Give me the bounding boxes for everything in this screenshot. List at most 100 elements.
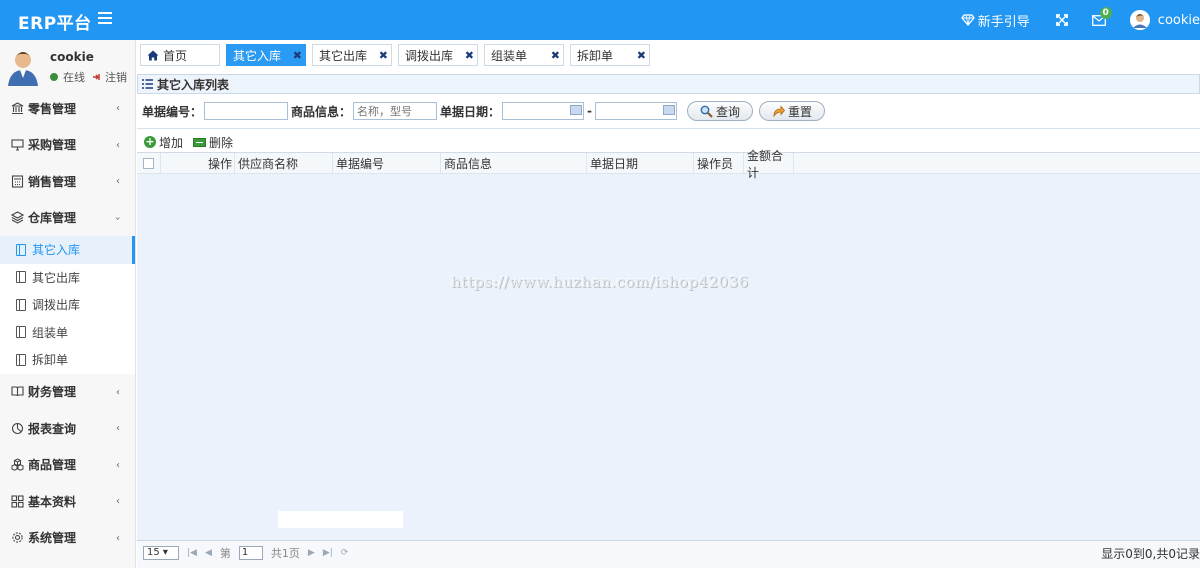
tab-assembly[interactable]: 组装单 ✖ <box>484 44 564 66</box>
undo-arrow-icon <box>773 104 786 117</box>
delete-button[interactable]: 删除 <box>193 134 233 151</box>
calendar-icon[interactable] <box>570 105 583 115</box>
avatar <box>1129 10 1150 30</box>
add-label: 增加 <box>159 135 184 150</box>
gear-icon <box>10 531 24 545</box>
close-icon[interactable]: ✖ <box>379 49 388 62</box>
chevron-down-icon: ‹ <box>112 216 124 220</box>
pie-chart-icon <box>10 421 24 435</box>
column-header[interactable]: 操作员 <box>694 153 744 174</box>
page-size-select[interactable]: 15 ▾ <box>143 546 179 560</box>
tab-home[interactable]: 首页 <box>140 44 220 66</box>
search-bar: 单据编号： 商品信息： 单据日期： - 查询 重置 <box>137 94 1200 129</box>
submenu-disassembly[interactable]: 拆卸单 <box>0 346 135 374</box>
tab-bar: 首页 其它入库 ✖ 其它出库 ✖ 调拨出库 ✖ 组装单 ✖ 拆卸单 ✖ <box>137 44 1200 68</box>
close-icon[interactable]: ✖ <box>293 49 302 62</box>
menu-label: 仓库管理 <box>28 211 77 226</box>
user-menu[interactable]: cookie <box>1129 10 1200 30</box>
guide-button[interactable]: 新手引导 <box>960 11 1030 30</box>
tab-label: 拆卸单 <box>577 48 614 63</box>
menu-label: 采购管理 <box>28 138 77 153</box>
online-status-text: 在线 <box>63 71 85 84</box>
calendar-icon[interactable] <box>663 105 676 115</box>
plus-icon: + <box>144 135 156 148</box>
messages-button[interactable]: 0 <box>1091 6 1112 26</box>
column-header[interactable]: 商品信息 <box>441 153 587 174</box>
column-header[interactable]: 金额合计 <box>744 149 794 180</box>
date-end-picker[interactable] <box>595 102 678 120</box>
fullscreen-icon[interactable] <box>1055 14 1068 26</box>
column-header[interactable]: 供应商名称 <box>235 153 333 174</box>
refresh-icon[interactable]: ⟳ <box>341 548 349 558</box>
tab-other-outbound[interactable]: 其它出库 ✖ <box>312 44 392 66</box>
data-grid: 操作 供应商名称 单据编号 商品信息 单据日期 操作员 金额合计 https:/… <box>137 149 1200 540</box>
query-button[interactable]: 查询 <box>687 101 754 121</box>
column-header[interactable]: 单据编号 <box>333 153 441 174</box>
add-button[interactable]: + 增加 <box>144 134 183 151</box>
tab-label: 首页 <box>163 48 188 63</box>
cubes-icon <box>10 458 24 472</box>
select-all-checkbox[interactable] <box>143 158 154 169</box>
menu-system[interactable]: 系统管理 ‹ <box>0 520 135 557</box>
chevron-left-icon: ‹ <box>116 176 120 187</box>
close-icon[interactable]: ✖ <box>637 49 646 62</box>
product-input[interactable] <box>353 102 438 120</box>
menu-sales[interactable]: 销售管理 ‹ <box>0 163 135 200</box>
minus-icon <box>193 137 207 147</box>
column-header[interactable]: 操作 <box>161 153 235 174</box>
tab-label: 其它出库 <box>319 48 368 63</box>
grid-header: 操作 供应商名称 单据编号 商品信息 单据日期 操作员 金额合计 <box>137 149 1200 180</box>
last-page-icon[interactable]: ▶| <box>323 548 333 558</box>
watermark-text: https://www.huzhan.com/ishop42036 <box>451 273 749 291</box>
page-number-input[interactable]: 1 <box>238 546 263 560</box>
menu-label: 报表查询 <box>28 421 77 436</box>
first-page-icon[interactable]: |◀ <box>187 548 197 558</box>
app-brand[interactable]: ERP平台 <box>18 9 92 34</box>
logout-link[interactable]: 注销 <box>93 69 127 85</box>
next-page-icon[interactable]: ▶ <box>308 548 315 558</box>
submenu-other-inbound[interactable]: 其它入库 <box>0 236 135 264</box>
select-all-cell <box>137 153 161 174</box>
menu-retail[interactable]: 零售管理 ‹ <box>0 90 135 127</box>
tab-transfer-outbound[interactable]: 调拨出库 ✖ <box>398 44 478 66</box>
menu-reports[interactable]: 报表查询 ‹ <box>0 410 135 447</box>
menu-products[interactable]: 商品管理 ‹ <box>0 447 135 484</box>
bank-icon <box>10 101 24 115</box>
bill-no-input[interactable] <box>204 102 289 120</box>
menu-basic-data[interactable]: 基本资料 ‹ <box>0 483 135 520</box>
column-header[interactable]: 单据日期 <box>587 153 694 174</box>
menu-purchase[interactable]: 采购管理 ‹ <box>0 127 135 164</box>
submenu-label: 调拨出库 <box>32 298 81 313</box>
submenu-other-outbound[interactable]: 其它出库 <box>0 264 135 292</box>
menu-warehouse[interactable]: 仓库管理 ‹ <box>0 200 135 237</box>
book-icon <box>16 298 26 311</box>
menu-label: 商品管理 <box>28 458 77 473</box>
query-label: 查询 <box>716 104 741 119</box>
tab-label: 组装单 <box>491 48 528 63</box>
submenu-label: 其它出库 <box>32 270 81 285</box>
close-icon[interactable]: ✖ <box>551 49 560 62</box>
date-separator: - <box>587 104 593 118</box>
submenu-transfer-outbound[interactable]: 调拨出库 <box>0 291 135 319</box>
book-icon <box>16 243 26 256</box>
menu-toggle-icon[interactable] <box>98 12 112 28</box>
close-icon[interactable]: ✖ <box>465 49 474 62</box>
logout-label: 注销 <box>105 71 127 84</box>
list-icon <box>142 79 153 89</box>
book-icon <box>16 353 26 366</box>
submenu-assembly[interactable]: 组装单 <box>0 319 135 347</box>
menu-finance[interactable]: 财务管理 ‹ <box>0 374 135 411</box>
date-start-picker[interactable] <box>502 102 585 120</box>
menu-label: 基本资料 <box>28 494 77 509</box>
chevron-left-icon: ‹ <box>116 532 120 544</box>
tab-disassembly[interactable]: 拆卸单 ✖ <box>570 44 650 66</box>
reset-button[interactable]: 重置 <box>759 101 826 121</box>
book-icon <box>16 326 26 339</box>
tab-other-inbound[interactable]: 其它入库 ✖ <box>226 44 306 66</box>
sidebar-username: cookie <box>50 50 94 64</box>
menu-label: 财务管理 <box>28 385 77 400</box>
prev-page-icon[interactable]: ◀ <box>205 548 212 558</box>
page-prefix: 第 <box>219 547 231 560</box>
guide-label: 新手引导 <box>977 14 1030 30</box>
submenu-label: 拆卸单 <box>32 353 69 368</box>
